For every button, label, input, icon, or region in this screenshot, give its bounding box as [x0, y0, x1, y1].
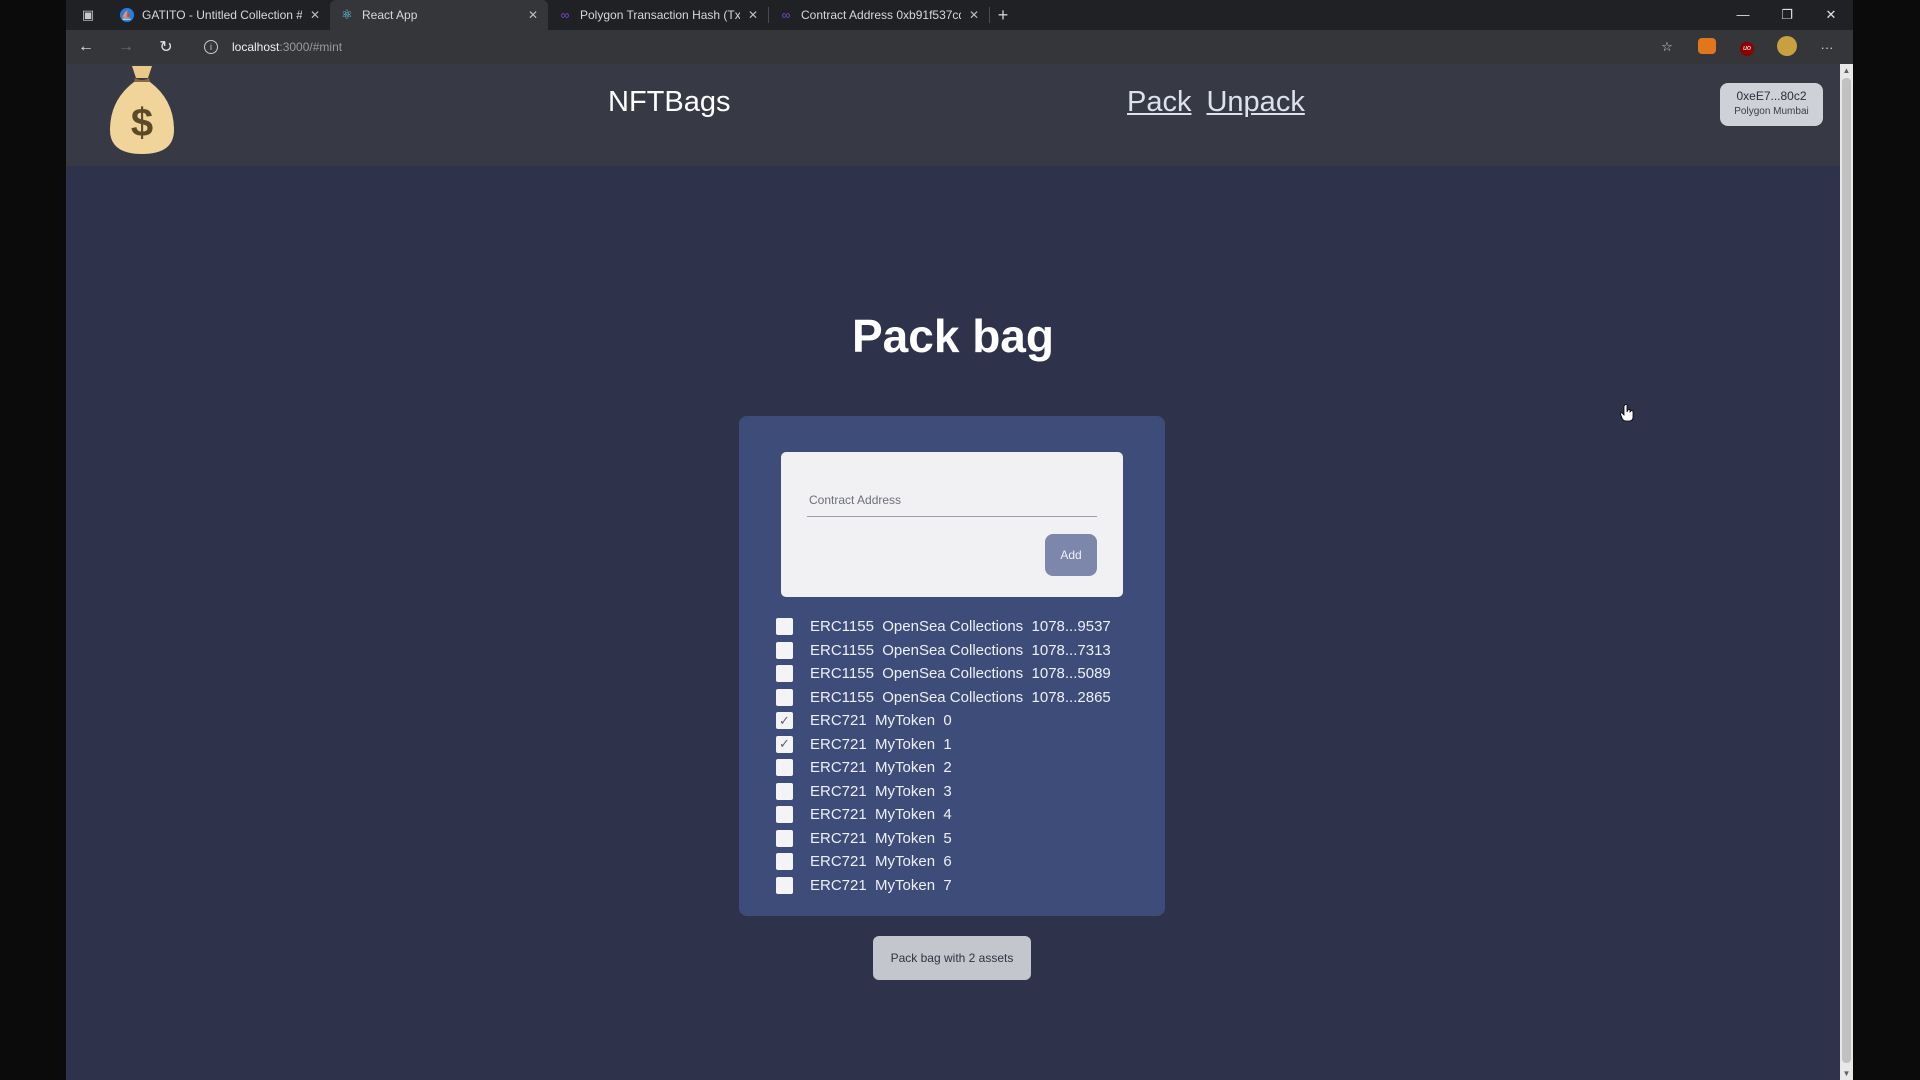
wallet-button[interactable]: 0xeE7...80c2 Polygon Mumbai	[1720, 83, 1823, 126]
checkbox-checked[interactable]: ✓	[776, 735, 793, 753]
nav-unpack-link[interactable]: Unpack	[1206, 86, 1304, 119]
asset-item[interactable]: ERC721 MyToken 5	[776, 827, 1111, 851]
menu-more-icon[interactable]: ···	[1807, 40, 1847, 55]
money-bag-logo-icon: $	[110, 66, 174, 154]
favorites-icon[interactable]: ☆	[1647, 39, 1687, 55]
asset-item[interactable]: ✓ ERC721 MyToken 0	[776, 709, 1111, 733]
site-info-icon[interactable]: i	[204, 40, 218, 54]
tab-bar: ▣ ⛵ GATITO - Untitled Collection #5 ✕ ⚛ …	[66, 0, 1853, 30]
hand-cursor-icon	[1620, 404, 1634, 422]
app-header: $ NFTBags Pack Unpack 0xeE7...80c2 Polyg…	[66, 64, 1840, 166]
profile-avatar-icon[interactable]	[1767, 35, 1807, 59]
asset-item[interactable]: ERC721 MyToken 4	[776, 803, 1111, 827]
asset-label: ERC1155 OpenSea Collections 1078...9537	[810, 618, 1111, 636]
react-icon: ⚛	[341, 7, 353, 22]
page-title: Pack bag	[852, 310, 1054, 362]
tab-contract-address[interactable]: ∞ Contract Address 0xb91f537cd4 ✕	[769, 0, 989, 30]
checkbox[interactable]	[776, 688, 793, 706]
page-viewport: $ NFTBags Pack Unpack 0xeE7...80c2 Polyg…	[66, 64, 1840, 1080]
browser-toolbar: ← → ↻ i localhost:3000/#mint ☆ uo ···	[66, 30, 1853, 64]
scroll-up-icon[interactable]: ▲	[1840, 66, 1853, 75]
restore-icon[interactable]: ❐	[1765, 0, 1809, 30]
checkbox[interactable]	[776, 618, 793, 636]
page-scrollbar[interactable]: ▲ ▼	[1840, 64, 1853, 1080]
tab-opensea[interactable]: ⛵ GATITO - Untitled Collection #5 ✕	[110, 0, 330, 30]
asset-label: ERC721 MyToken 1	[810, 735, 952, 753]
add-button[interactable]: Add	[1045, 534, 1097, 576]
asset-item[interactable]: ERC1155 OpenSea Collections 1078...9537	[776, 615, 1111, 639]
extensions-area: ☆ uo ···	[1647, 35, 1847, 59]
polygon-icon: ∞	[560, 8, 570, 22]
asset-item[interactable]: ERC1155 OpenSea Collections 1078...7313	[776, 639, 1111, 663]
asset-label: ERC1155 OpenSea Collections 1078...2865	[810, 688, 1111, 706]
checkbox[interactable]	[776, 665, 793, 683]
asset-label: ERC1155 OpenSea Collections 1078...5089	[810, 665, 1111, 683]
close-icon[interactable]: ✕	[310, 8, 320, 22]
wallet-address: 0xeE7...80c2	[1736, 89, 1807, 103]
close-icon[interactable]: ✕	[528, 8, 538, 22]
asset-item[interactable]: ✓ ERC721 MyToken 1	[776, 733, 1111, 757]
asset-label: ERC721 MyToken 5	[810, 829, 952, 847]
tab-actions-icon[interactable]: ▣	[66, 0, 110, 30]
checkbox[interactable]	[776, 829, 793, 847]
back-icon[interactable]: ←	[66, 38, 106, 56]
asset-label: ERC721 MyToken 0	[810, 712, 952, 730]
main-nav: Pack Unpack	[1127, 86, 1305, 119]
asset-label: ERC721 MyToken 3	[810, 782, 952, 800]
asset-item[interactable]: ERC1155 OpenSea Collections 1078...5089	[776, 662, 1111, 686]
svg-text:$: $	[131, 101, 153, 145]
close-window-icon[interactable]: ✕	[1809, 0, 1853, 30]
pack-card: Contract Address Add ERC1155 OpenSea Col…	[739, 416, 1165, 916]
pack-bag-button[interactable]: Pack bag with 2 assets	[873, 936, 1031, 980]
input-underline	[807, 516, 1097, 517]
asset-list: ERC1155 OpenSea Collections 1078...9537 E…	[776, 615, 1111, 897]
asset-item[interactable]: ERC721 MyToken 2	[776, 756, 1111, 780]
checkbox[interactable]	[776, 876, 793, 894]
ublock-icon[interactable]: uo	[1727, 38, 1767, 56]
close-icon[interactable]: ✕	[969, 8, 979, 22]
checkbox[interactable]	[776, 806, 793, 824]
asset-item[interactable]: ERC721 MyToken 3	[776, 780, 1111, 804]
asset-label: ERC721 MyToken 7	[810, 876, 952, 894]
checkbox-checked[interactable]: ✓	[776, 712, 793, 730]
metamask-icon[interactable]	[1687, 37, 1727, 57]
minimize-icon[interactable]: —	[1721, 0, 1765, 30]
asset-item[interactable]: ERC721 MyToken 7	[776, 874, 1111, 898]
asset-label: ERC721 MyToken 6	[810, 853, 952, 871]
wallet-network: Polygon Mumbai	[1734, 106, 1809, 117]
checkbox[interactable]	[776, 759, 793, 777]
window-controls: — ❐ ✕	[1721, 0, 1853, 30]
browser-window: ▣ ⛵ GATITO - Untitled Collection #5 ✕ ⚛ …	[66, 0, 1853, 1080]
checkbox[interactable]	[776, 641, 793, 659]
scroll-down-icon[interactable]: ▼	[1840, 1069, 1853, 1078]
contract-address-input[interactable]: Contract Address	[809, 493, 901, 507]
asset-label: ERC721 MyToken 4	[810, 806, 952, 824]
reload-icon[interactable]: ↻	[146, 37, 186, 57]
asset-item[interactable]: ERC1155 OpenSea Collections 1078...2865	[776, 686, 1111, 710]
brand-title: NFTBags	[608, 86, 731, 118]
tab-react-app[interactable]: ⚛ React App ✕	[330, 0, 548, 30]
contract-form: Contract Address Add	[781, 452, 1123, 597]
checkbox[interactable]	[776, 853, 793, 871]
checkbox[interactable]	[776, 782, 793, 800]
asset-item[interactable]: ERC721 MyToken 6	[776, 850, 1111, 874]
forward-icon[interactable]: →	[106, 38, 146, 56]
new-tab-icon[interactable]: +	[990, 5, 1016, 26]
opensea-icon: ⛵	[120, 8, 134, 22]
tab-polygon-tx[interactable]: ∞ Polygon Transaction Hash (Txhas ✕	[548, 0, 768, 30]
asset-label: ERC721 MyToken 2	[810, 759, 952, 777]
nav-pack-link[interactable]: Pack	[1127, 86, 1191, 119]
address-bar[interactable]: i localhost:3000/#mint	[194, 34, 1619, 60]
polygon-icon: ∞	[781, 8, 791, 22]
close-icon[interactable]: ✕	[748, 8, 758, 22]
asset-label: ERC1155 OpenSea Collections 1078...7313	[810, 641, 1111, 659]
scrollbar-thumb[interactable]	[1842, 78, 1851, 1063]
